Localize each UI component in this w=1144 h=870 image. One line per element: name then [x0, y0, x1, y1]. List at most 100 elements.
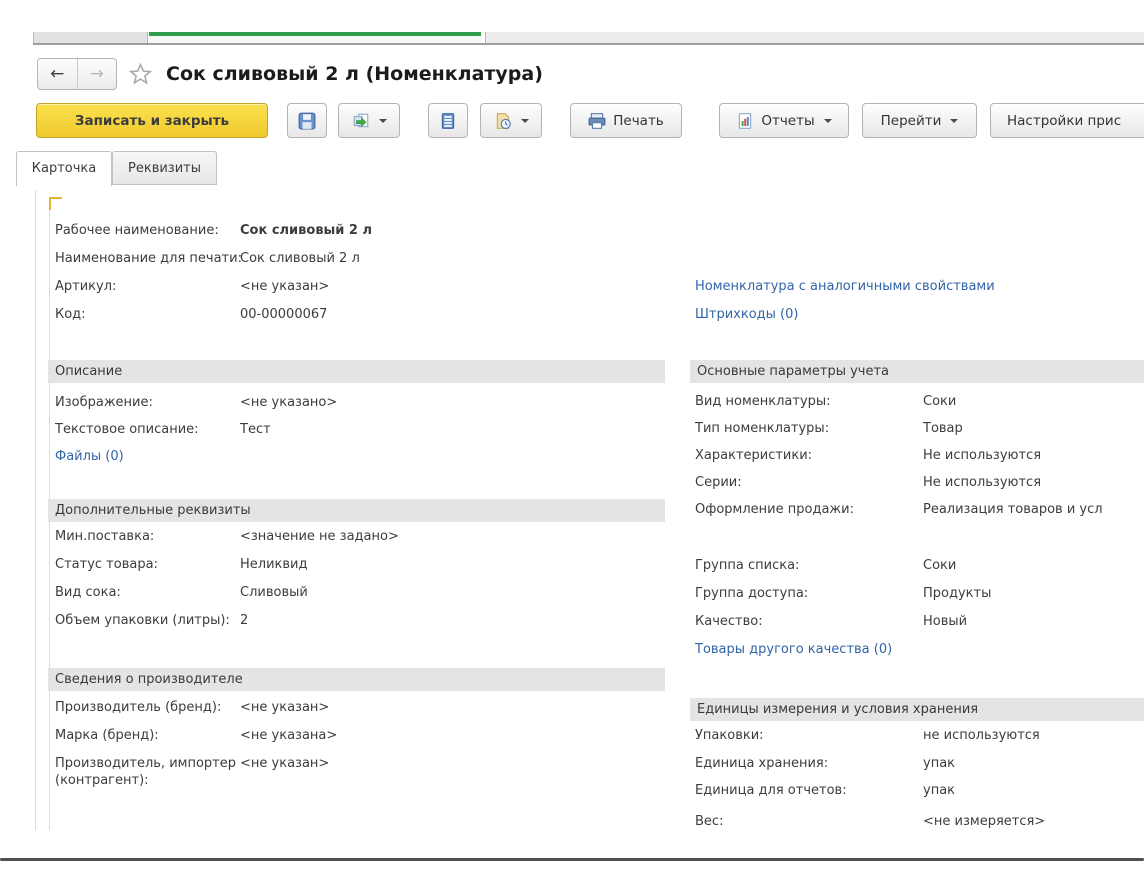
barcodes-link[interactable]: Штрихкоды (0) [695, 306, 798, 323]
field-value: Сок сливовый 2 л [240, 250, 360, 267]
field-value: Реализация товаров и усл [923, 501, 1103, 518]
field-value: Сливовый [240, 584, 308, 601]
field-row: Изображение: <не указано> [55, 394, 665, 411]
save-and-close-button[interactable]: Записать и закрыть [36, 103, 268, 138]
floppy-disk-icon [298, 112, 316, 130]
field-value: упак [923, 782, 955, 799]
field-value: <не указан> [240, 699, 329, 716]
settings-label: Настройки прис [1007, 113, 1121, 129]
back-button[interactable]: ← [38, 59, 77, 89]
field-row: Код: 00-00000067 [55, 306, 665, 323]
forward-button[interactable]: → [77, 59, 117, 89]
field-row: Марка (бренд): <не указана> [55, 727, 665, 744]
field-row: Вид сока: Сливовый [55, 584, 665, 601]
field-row: Номенклатура с аналогичными свойствами [695, 278, 1144, 295]
field-label: Марка (бренд): [55, 727, 240, 744]
print-label: Печать [613, 113, 664, 129]
window-tab-inactive[interactable] [33, 32, 148, 43]
field-row: Вес: <не измеряется> [695, 813, 1144, 830]
field-row: Текстовое описание: Тест [55, 421, 665, 438]
window-tab-strip [33, 32, 1144, 45]
document-clock-icon [494, 112, 512, 130]
field-label: Группа списка: [695, 557, 923, 574]
navigate-label: Перейти [881, 113, 942, 129]
field-row: Характеристики: Не используются [695, 447, 1144, 464]
caret-down-icon [379, 119, 387, 123]
tab-card-label: Карточка [32, 161, 96, 176]
field-label: Качество: [695, 613, 923, 630]
field-value: <не указан> [240, 278, 329, 295]
field-row: Производитель (бренд): <не указан> [55, 699, 665, 716]
field-value: упак [923, 755, 955, 772]
field-label: Группа доступа: [695, 585, 923, 602]
page-title: Сок сливовый 2 л (Номенклатура) [166, 58, 543, 90]
field-label: Код: [55, 306, 240, 323]
field-label: Единица для отчетов: [695, 782, 923, 799]
reports-button[interactable]: Отчеты [719, 103, 849, 138]
field-value: <не указано> [240, 394, 337, 411]
section-header-description: Описание [48, 360, 665, 383]
field-value: Неликвид [240, 556, 307, 573]
settings-button[interactable]: Настройки прис [990, 103, 1144, 138]
section-header-additional: Дополнительные реквизиты [48, 499, 665, 522]
field-row: Вид номенклатуры: Соки [695, 393, 1144, 410]
print-button[interactable]: Печать [570, 103, 682, 138]
field-value: <значение не задано> [240, 528, 399, 545]
star-outline-icon [127, 61, 154, 88]
field-value: Соки [923, 393, 956, 410]
field-row: Серии: Не используются [695, 474, 1144, 491]
field-value: 00-00000067 [240, 306, 327, 323]
field-row: Объем упаковки (литры): 2 [55, 612, 665, 629]
window-tab-area [485, 32, 1144, 43]
window-bottom-edge [0, 858, 1144, 861]
field-label: Упаковки: [695, 727, 923, 744]
field-row: Штрихкоды (0) [695, 306, 1144, 323]
field-label: Артикул: [55, 278, 240, 295]
field-label: Рабочее наименование: [55, 222, 240, 239]
field-label: Объем упаковки (литры): [55, 612, 240, 629]
files-link[interactable]: Файлы (0) [55, 448, 124, 465]
create-based-on-button[interactable] [338, 103, 400, 138]
printer-icon [588, 113, 606, 129]
field-row: Единица хранения: упак [695, 755, 1144, 772]
focus-corner-marker [49, 197, 62, 210]
navigate-button[interactable]: Перейти [862, 103, 977, 138]
field-label: Наименование для печати: [55, 250, 240, 267]
save-button[interactable] [287, 103, 327, 138]
window-tab-active[interactable] [149, 32, 481, 43]
field-label: Серии: [695, 474, 923, 491]
field-row: Производитель, импортер (контрагент): <н… [55, 755, 665, 789]
panel-border-outer [35, 190, 36, 830]
field-row: Единица для отчетов: упак [695, 782, 1144, 799]
field-label: Вид сока: [55, 584, 240, 601]
field-value: <не указан> [240, 755, 329, 789]
similar-nomenclature-link[interactable]: Номенклатура с аналогичными свойствами [695, 278, 995, 295]
field-label: Вес: [695, 813, 923, 830]
field-row: Рабочее наименование: Сок сливовый 2 л [55, 222, 665, 239]
field-row: Группа доступа: Продукты [695, 585, 1144, 602]
field-row: Статус товара: Неликвид [55, 556, 665, 573]
caret-down-icon [521, 119, 529, 123]
field-value: <не указана> [240, 727, 337, 744]
field-row: Файлы (0) [55, 448, 665, 465]
reports-label: Отчеты [761, 113, 814, 129]
caret-down-icon [824, 119, 832, 123]
field-label: Характеристики: [695, 447, 923, 464]
field-value: Товар [923, 420, 963, 437]
change-history-button[interactable] [480, 103, 542, 138]
field-row: Наименование для печати: Сок сливовый 2 … [55, 250, 665, 267]
show-in-list-button[interactable] [428, 103, 468, 138]
favorite-button[interactable] [127, 61, 154, 88]
field-label: Тип номенклатуры: [695, 420, 923, 437]
app-window: ← → Сок сливовый 2 л (Номенклатура) Запи… [0, 0, 1144, 870]
tab-requisites[interactable]: Реквизиты [112, 151, 217, 185]
field-row: Оформление продажи: Реализация товаров и… [695, 501, 1144, 518]
field-label: Производитель (бренд): [55, 699, 240, 716]
field-value: <не измеряется> [923, 813, 1045, 830]
tab-card[interactable]: Карточка [16, 151, 112, 186]
field-label: Мин.поставка: [55, 528, 240, 545]
field-row: Упаковки: не используются [695, 727, 1144, 744]
other-quality-goods-link[interactable]: Товары другого качества (0) [695, 641, 892, 658]
field-value: не используются [923, 727, 1040, 744]
field-value: Не используются [923, 447, 1041, 464]
